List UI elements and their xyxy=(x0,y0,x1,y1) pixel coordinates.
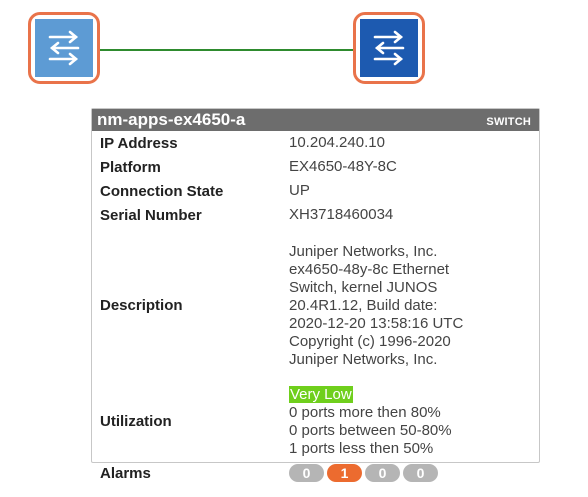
description-label: Description xyxy=(100,297,183,314)
device-info-card: nm-apps-ex4650-a SWITCH IP Address 10.20… xyxy=(91,108,540,482)
description-line: Copyright (c) 1996-2020 xyxy=(289,332,451,350)
utilization-level-badge: Very Low xyxy=(289,385,353,403)
platform-value: EX4650-48Y-8C xyxy=(289,158,397,175)
topology-link[interactable] xyxy=(100,49,354,51)
alarm-counters: 0 1 0 0 xyxy=(282,464,438,482)
ip-address-value: 10.204.240.10 xyxy=(289,134,385,151)
description-line: 20.4R1.12, Build date: xyxy=(289,296,438,314)
utilization-label: Utilization xyxy=(100,413,172,430)
description-line: ex4650-48y-8c Ethernet xyxy=(289,260,450,278)
alarm-count-pill-active[interactable]: 1 xyxy=(327,464,362,482)
ip-address-label: IP Address xyxy=(100,134,178,152)
alarms-row: Alarms 0 1 0 0 xyxy=(92,459,539,487)
switch-node-face xyxy=(35,19,93,77)
platform-row: Platform EX4650-48Y-8C xyxy=(92,155,539,179)
connection-state-label: Connection State xyxy=(100,182,224,200)
switch-arrows-icon xyxy=(48,30,80,66)
alarm-count-pill[interactable]: 0 xyxy=(365,464,400,482)
alarm-count-pill[interactable]: 0 xyxy=(289,464,324,482)
connection-state-row: Connection State UP xyxy=(92,179,539,203)
switch-node-left[interactable] xyxy=(28,12,100,84)
serial-number-value: XH3718460034 xyxy=(289,206,394,223)
ip-address-row: IP Address 10.204.240.10 xyxy=(92,131,539,155)
platform-label: Platform xyxy=(100,158,161,176)
alarm-count-pill[interactable]: 0 xyxy=(403,464,438,482)
connection-state-value: UP xyxy=(289,182,310,199)
info-rows: IP Address 10.204.240.10 Platform EX4650… xyxy=(92,131,539,487)
switch-arrows-icon xyxy=(373,30,405,66)
card-header: nm-apps-ex4650-a SWITCH xyxy=(92,109,539,131)
switch-node-right[interactable] xyxy=(353,12,425,84)
serial-number-row: Serial Number XH3718460034 xyxy=(92,203,539,227)
utilization-detail: 0 ports more then 80% xyxy=(289,403,441,421)
device-name: nm-apps-ex4650-a xyxy=(97,110,246,129)
description-line: Switch, kernel JUNOS xyxy=(289,278,438,296)
description-line: Juniper Networks, Inc. xyxy=(289,242,438,260)
alarms-label: Alarms xyxy=(100,464,151,482)
description-line: Juniper Networks, Inc. xyxy=(289,350,438,368)
utilization-detail: 1 ports less then 50% xyxy=(289,439,434,457)
switch-node-face xyxy=(360,19,418,77)
utilization-row: Utilization Very Low 0 ports more then 8… xyxy=(92,384,539,459)
utilization-detail: 0 ports between 50-80% xyxy=(289,421,452,439)
description-row: Description Juniper Networks, Inc. ex465… xyxy=(92,227,539,384)
description-line: 2020-12-20 13:58:16 UTC xyxy=(289,314,464,332)
serial-number-label: Serial Number xyxy=(100,206,202,224)
utilization-value: Very Low 0 ports more then 80% 0 ports b… xyxy=(282,385,452,458)
device-type-badge: SWITCH xyxy=(486,116,531,128)
topology-canvas: nm-apps-ex4650-a SWITCH IP Address 10.20… xyxy=(0,0,588,497)
description-value: Juniper Networks, Inc. ex4650-48y-8c Eth… xyxy=(282,243,463,369)
